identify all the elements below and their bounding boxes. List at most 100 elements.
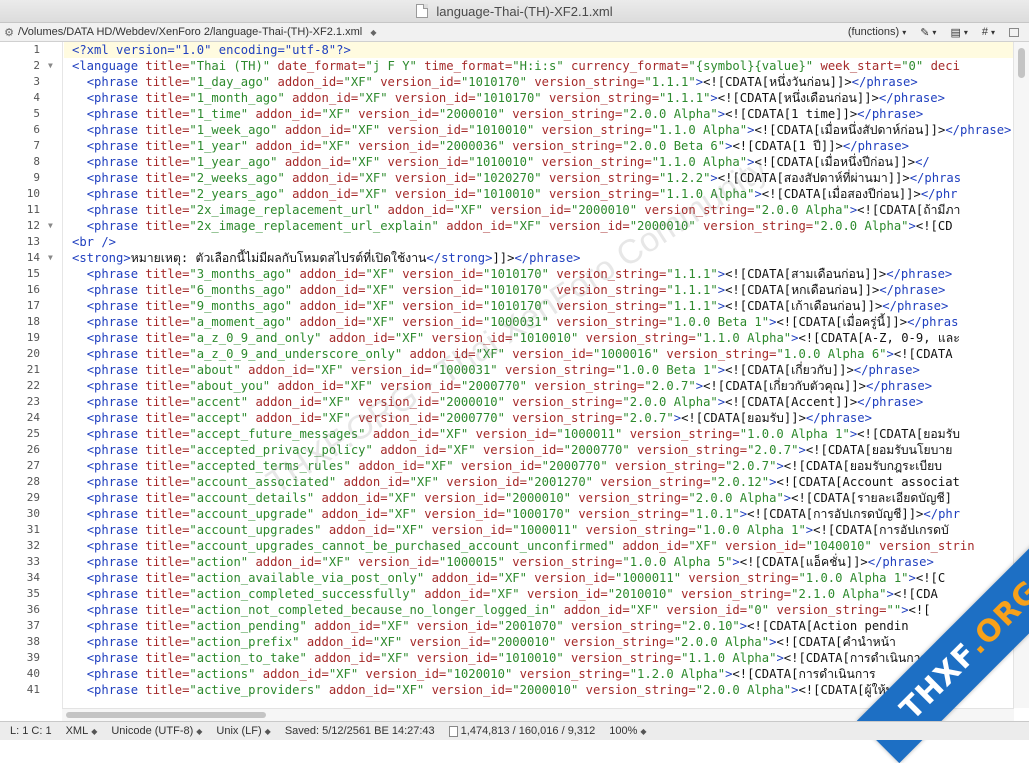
code-line[interactable]: <phrase title="2_weeks_ago" addon_id="XF… bbox=[64, 170, 1014, 186]
line-number: 11 bbox=[26, 203, 40, 216]
code-line[interactable]: <phrase title="account_upgrades" addon_i… bbox=[64, 522, 1014, 538]
code-token: title= bbox=[145, 491, 190, 505]
code-line[interactable]: <phrase title="1_month_ago" addon_id="XF… bbox=[64, 90, 1014, 106]
code-token: > bbox=[886, 587, 894, 601]
code-line[interactable]: <phrase title="a_z_0_9_and_underscore_on… bbox=[64, 346, 1014, 362]
code-line[interactable]: <strong>หมายเหตุ: ตัวเลือกนี้ไม่มีผลกับโ… bbox=[64, 250, 1014, 266]
code-token: "2.0.10" bbox=[681, 619, 740, 633]
zoom-menu[interactable]: 100% ◆ bbox=[609, 725, 646, 737]
code-line[interactable]: <phrase title="account_associated" addon… bbox=[64, 474, 1014, 490]
code-line[interactable]: <phrase title="accept_future_messages" a… bbox=[64, 426, 1014, 442]
scrollbar-thumb[interactable] bbox=[66, 712, 266, 718]
code-line[interactable]: <phrase title="action_pending" addon_id=… bbox=[64, 618, 1014, 634]
code-line[interactable]: <phrase title="1_week_ago" addon_id="XF"… bbox=[64, 122, 1014, 138]
line-number: 18 bbox=[26, 315, 40, 328]
code-token: <phrase bbox=[86, 619, 146, 633]
code-line[interactable]: <phrase title="accepted_privacy_policy" … bbox=[64, 442, 1014, 458]
code-line[interactable]: <phrase title="action_available_via_post… bbox=[64, 570, 1014, 586]
code-token: <![CDATA[สามเดือนก่อน]]> bbox=[725, 267, 887, 281]
code-token: </ bbox=[915, 155, 930, 169]
code-editor[interactable]: <?xml version="1.0" encoding="utf-8"?> <l… bbox=[64, 42, 1014, 708]
code-token: version_string= bbox=[541, 155, 652, 169]
code-line[interactable]: <phrase title="account_details" addon_id… bbox=[64, 490, 1014, 506]
code-token: "XF" bbox=[328, 667, 366, 681]
code-token: <phrase bbox=[86, 347, 146, 361]
code-line[interactable]: <phrase title="action_completed_successf… bbox=[64, 586, 1014, 602]
code-token: "XF" bbox=[321, 395, 359, 409]
code-line[interactable]: <phrase title="2x_image_replacement_url"… bbox=[64, 202, 1014, 218]
code-line[interactable]: <phrase title="action" addon_id="XF" ver… bbox=[64, 554, 1014, 570]
code-line[interactable]: <br /> bbox=[64, 234, 1014, 250]
documents-menu[interactable]: ▤ ▾ bbox=[950, 26, 967, 39]
code-token: "1010170" bbox=[460, 75, 535, 89]
chevron-down-icon: ◆ bbox=[91, 726, 98, 736]
code-line[interactable]: <phrase title="accept" addon_id="XF" ver… bbox=[64, 410, 1014, 426]
chevron-down-icon: ▾ bbox=[932, 27, 937, 37]
code-line[interactable]: <phrase title="active_providers" addon_i… bbox=[64, 682, 1014, 698]
code-token: <phrase bbox=[86, 315, 146, 329]
code-token: version_id= bbox=[446, 475, 527, 489]
code-line[interactable]: <phrase title="about_you" addon_id="XF" … bbox=[64, 378, 1014, 394]
code-line[interactable]: <phrase title="accepted_terms_rules" add… bbox=[64, 458, 1014, 474]
chevron-down-icon: ▾ bbox=[990, 27, 995, 37]
functions-menu[interactable]: (functions) ▾ bbox=[848, 26, 906, 38]
code-token: addon_id= bbox=[424, 587, 491, 601]
line-number: 36 bbox=[26, 603, 40, 616]
code-line[interactable]: <phrase title="account_upgrades_cannot_b… bbox=[64, 538, 1014, 554]
code-line[interactable]: <phrase title="6_months_ago" addon_id="X… bbox=[64, 282, 1014, 298]
code-token: title= bbox=[145, 587, 190, 601]
code-line[interactable]: <phrase title="action_prefix" addon_id="… bbox=[64, 634, 1014, 650]
code-token: "1.1.1" bbox=[666, 267, 718, 281]
code-line[interactable]: <language title="Thai (TH)" date_format=… bbox=[64, 58, 1014, 74]
document-stats[interactable]: 1,474,813 / 160,016 / 9,312 bbox=[448, 725, 595, 737]
gear-icon[interactable]: ⚙ bbox=[0, 26, 18, 39]
code-line[interactable]: <phrase title="1_year_ago" addon_id="XF"… bbox=[64, 154, 1014, 170]
code-line[interactable]: <phrase title="9_months_ago" addon_id="X… bbox=[64, 298, 1014, 314]
code-line[interactable]: <phrase title="about" addon_id="XF" vers… bbox=[64, 362, 1014, 378]
code-token: "XF" bbox=[424, 459, 461, 473]
code-line[interactable]: <phrase title="actions" addon_id="XF" ve… bbox=[64, 666, 1014, 682]
split-view-button[interactable] bbox=[1009, 27, 1019, 37]
encoding-menu[interactable]: Unicode (UTF-8) ◆ bbox=[111, 725, 202, 737]
fold-triangle-icon[interactable]: ▼ bbox=[48, 218, 53, 234]
code-line[interactable]: <phrase title="3_months_ago" addon_id="X… bbox=[64, 266, 1014, 282]
code-line[interactable]: <phrase title="1_time" addon_id="XF" ver… bbox=[64, 106, 1014, 122]
code-line[interactable]: <phrase title="a_moment_ago" addon_id="X… bbox=[64, 314, 1014, 330]
code-line[interactable]: <phrase title="1_year" addon_id="XF" ver… bbox=[64, 138, 1014, 154]
code-token: "a_moment_ago" bbox=[189, 315, 300, 329]
code-line[interactable]: <phrase title="accent" addon_id="XF" ver… bbox=[64, 394, 1014, 410]
code-token: title= bbox=[145, 187, 190, 201]
code-line[interactable]: <phrase title="2x_image_replacement_url_… bbox=[64, 218, 1014, 234]
markers-menu[interactable]: ✎ ▾ bbox=[920, 26, 936, 39]
code-line[interactable]: <phrase title="account_upgrade" addon_id… bbox=[64, 506, 1014, 522]
code-token: "1_year_ago" bbox=[189, 155, 285, 169]
code-line[interactable]: <phrase title="2_years_ago" addon_id="XF… bbox=[64, 186, 1014, 202]
code-token: version_string= bbox=[548, 91, 660, 105]
fold-triangle-icon[interactable]: ▼ bbox=[48, 250, 53, 266]
code-line[interactable]: <phrase title="action_to_take" addon_id=… bbox=[64, 650, 1014, 666]
line-endings-menu[interactable]: Unix (LF) ◆ bbox=[216, 725, 270, 737]
code-line[interactable]: <phrase title="1_day_ago" addon_id="XF" … bbox=[64, 74, 1014, 90]
code-line[interactable]: <phrase title="a_z_0_9_and_only" addon_i… bbox=[64, 330, 1014, 346]
fold-triangle-icon[interactable]: ▼ bbox=[48, 58, 53, 74]
syntax-menu[interactable]: XML ◆ bbox=[66, 725, 98, 737]
cursor-position[interactable]: L: 1 C: 1 bbox=[10, 725, 52, 737]
code-token: </phrase> bbox=[866, 379, 933, 393]
line-number: 13 bbox=[26, 235, 40, 248]
code-token: </phrase> bbox=[805, 411, 872, 425]
code-line[interactable]: <phrase title="action_not_completed_beca… bbox=[64, 602, 1014, 618]
scrollbar-thumb[interactable] bbox=[1018, 48, 1025, 78]
hash-menu[interactable]: # ▾ bbox=[982, 26, 995, 38]
code-token: "XF" bbox=[629, 603, 667, 617]
code-token: addon_id= bbox=[306, 635, 373, 649]
file-path-popup[interactable]: /Volumes/DATA HD/Webdev/XenForo 2/langua… bbox=[18, 26, 834, 38]
code-token: addon_id= bbox=[299, 315, 366, 329]
code-token: "2.0.0 Alpha" bbox=[813, 219, 909, 233]
code-token: "1000011" bbox=[615, 571, 689, 585]
code-line[interactable]: <?xml version="1.0" encoding="utf-8"?> bbox=[64, 42, 1014, 58]
code-token: "XF" bbox=[350, 155, 388, 169]
